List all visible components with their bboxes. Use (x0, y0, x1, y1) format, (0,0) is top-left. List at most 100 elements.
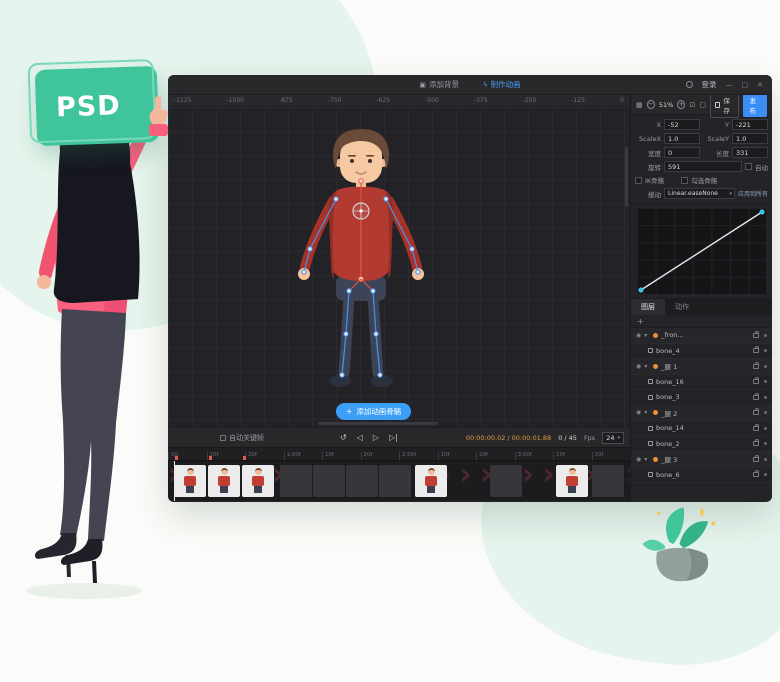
chevron-down-icon: ▾ (617, 435, 620, 441)
lock-icon[interactable] (753, 441, 759, 446)
lock-icon[interactable] (753, 348, 759, 353)
loop-icon[interactable]: ↺ (340, 433, 347, 442)
horizontal-scrollbar[interactable] (318, 422, 438, 425)
prev-frame-icon[interactable]: ◁ (357, 433, 363, 442)
collapse-caret-icon[interactable]: ▾ (644, 456, 650, 463)
frame-thumbnail-strip[interactable]: › › › › › › › › › › › › › › › › › › › › … (168, 460, 630, 501)
apply-all-link[interactable]: 应用到所有 (738, 189, 768, 198)
rigged-character[interactable] (296, 129, 426, 397)
frame-thumbnail[interactable] (208, 465, 240, 497)
save-button[interactable]: 保存 (710, 92, 740, 118)
auto-keyframe-toggle[interactable]: 自动关键帧 (220, 433, 264, 443)
layer-dot (764, 349, 767, 352)
maximize-button[interactable]: ▢ (742, 81, 749, 89)
layer-row-group[interactable]: ◉ ▾ _腿 1 (631, 359, 772, 375)
publish-button[interactable]: 发布 (743, 93, 767, 117)
frame-icon[interactable]: ▢ (699, 101, 706, 109)
visibility-eye-icon[interactable]: ◉ (636, 409, 641, 416)
frame-thumbnail[interactable] (242, 465, 274, 497)
tab-add-background[interactable]: ▣ 添加背景 (419, 79, 459, 90)
zoom-in-button[interactable]: + (677, 100, 685, 109)
lock-icon[interactable] (753, 379, 759, 384)
frame-empty[interactable] (490, 465, 522, 497)
tick-label: 20f (245, 452, 284, 460)
animation-app-window: ▣ 添加背景 ϟ 制作动画 登录 — ▢ ✕ -1125 -1000 -875 … (168, 75, 772, 502)
lock-icon[interactable] (753, 364, 759, 369)
prop-input-scaley[interactable]: 1.0 (732, 133, 768, 144)
grid-icon[interactable]: ▦ (636, 101, 643, 109)
visibility-eye-icon[interactable]: ◉ (636, 332, 641, 339)
layer-row-group[interactable]: ◉ ▾ _腿 2 (631, 406, 772, 422)
layer-row-group[interactable]: ◉ ▾ _fron... (631, 328, 772, 344)
timeline-ruler[interactable]: 00 10f 20f 1:00f 10f 20f 2:00f 10f 20f 3… (168, 447, 630, 460)
layer-row-bone[interactable]: bone_2 (631, 437, 772, 453)
layer-row-bone[interactable]: bone_3 (631, 390, 772, 406)
layer-name: _腿 1 (661, 361, 750, 371)
easing-curve-editor[interactable] (637, 208, 766, 294)
add-layer-row[interactable]: + (631, 315, 772, 328)
fit-screen-icon[interactable]: ⊡ (689, 101, 695, 109)
layer-row-group[interactable]: ◉ ▾ _腿 3 (631, 452, 772, 468)
easing-select[interactable]: Linear.easeNone ▾ (664, 188, 735, 199)
frame-thumbnail[interactable] (174, 465, 206, 497)
layer-row-bone[interactable]: bone_6 (631, 468, 772, 484)
fps-select[interactable]: 24 ▾ (602, 432, 624, 444)
tab-actions[interactable]: 动作 (665, 299, 699, 315)
prop-input-length[interactable]: 331 (732, 147, 768, 158)
login-button[interactable]: 登录 (702, 79, 717, 90)
frame-empty[interactable] (346, 465, 378, 497)
minimize-button[interactable]: — (726, 81, 733, 89)
frame-empty[interactable] (280, 465, 312, 497)
add-layer-button[interactable]: + (637, 317, 644, 326)
check-bones-checkbox[interactable] (681, 177, 688, 184)
plus-icon: + (346, 407, 352, 416)
lock-icon[interactable] (753, 410, 759, 415)
next-frame-icon[interactable]: ▷| (389, 433, 398, 442)
visibility-eye-icon[interactable]: ◉ (636, 363, 641, 370)
animation-canvas[interactable]: + 添加动画骨骼 (168, 107, 630, 427)
layer-dot (764, 334, 767, 337)
prop-input-x[interactable]: -52 (664, 119, 700, 130)
fps-value: 24 (606, 434, 614, 442)
bone-icon (648, 395, 653, 400)
lock-icon[interactable] (753, 395, 759, 400)
layer-dot (764, 396, 767, 399)
vertical-scrollbar[interactable] (625, 147, 628, 207)
layer-row-bone[interactable]: bone_16 (631, 375, 772, 391)
app-topbar: ▣ 添加背景 ϟ 制作动画 登录 — ▢ ✕ (168, 75, 772, 95)
transport-controls: ↺ ◁ ▷ ▷| (340, 433, 398, 442)
visibility-eye-icon[interactable]: ◉ (636, 456, 641, 463)
layer-row-bone[interactable]: bone_4 (631, 344, 772, 360)
frame-thumbnail[interactable] (415, 465, 447, 497)
tab-make-animation[interactable]: ϟ 制作动画 (483, 79, 521, 90)
prop-input-y[interactable]: -221 (732, 119, 768, 130)
prop-input-width[interactable]: 0 (664, 147, 700, 158)
collapse-caret-icon[interactable]: ▾ (644, 409, 650, 416)
lock-icon[interactable] (753, 457, 759, 462)
layer-name: bone_2 (656, 440, 750, 448)
bone-icon (648, 426, 653, 431)
collapse-caret-icon[interactable]: ▾ (644, 332, 650, 339)
collapse-caret-icon[interactable]: ▾ (644, 363, 650, 370)
add-bones-button[interactable]: + 添加动画骨骼 (336, 403, 411, 420)
save-icon (715, 102, 720, 108)
close-button[interactable]: ✕ (757, 81, 763, 89)
prop-input-scalex[interactable]: 1.0 (664, 133, 700, 144)
frame-empty[interactable] (592, 465, 624, 497)
prop-label: Y (703, 121, 729, 129)
tab-layers[interactable]: 图层 (631, 299, 665, 315)
lock-icon[interactable] (753, 472, 759, 477)
lock-icon[interactable] (753, 333, 759, 338)
ik-checkbox[interactable] (635, 177, 642, 184)
prop-input-rotation[interactable]: 591 (664, 161, 742, 172)
frame-thumbnail[interactable] (556, 465, 588, 497)
layer-dot (764, 442, 767, 445)
layer-row-bone[interactable]: bone_14 (631, 421, 772, 437)
frame-empty[interactable] (379, 465, 411, 497)
frame-empty[interactable] (313, 465, 345, 497)
lock-icon[interactable] (753, 426, 759, 431)
zoom-out-button[interactable]: − (647, 100, 655, 109)
layer-dot (764, 411, 767, 414)
play-icon[interactable]: ▷ (373, 433, 379, 442)
auto-checkbox[interactable] (745, 163, 752, 170)
